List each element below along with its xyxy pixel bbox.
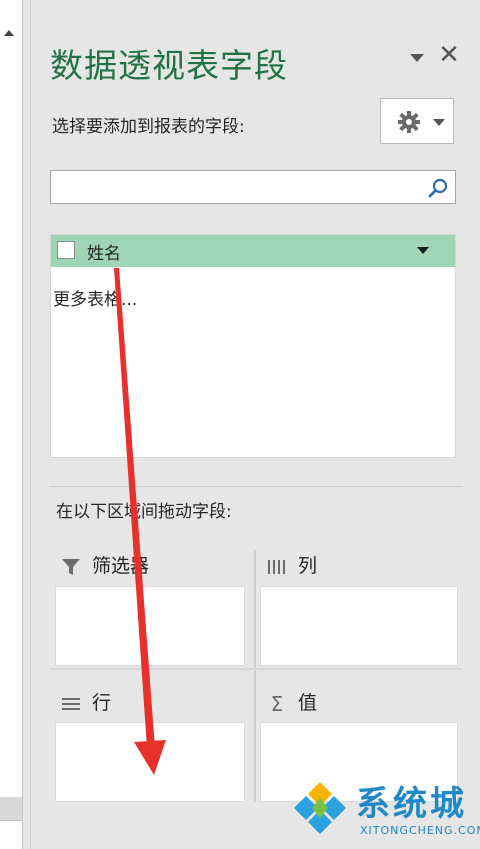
values-area-label: 值: [298, 692, 318, 714]
choose-fields-label: 选择要添加到报表的字段:: [52, 117, 245, 137]
watermark-subtext: XITONGCHENG.COM: [360, 824, 480, 837]
scroll-up-icon[interactable]: [4, 30, 14, 36]
area-horizontal-splitter: [50, 668, 462, 670]
chevron-down-icon: [433, 119, 445, 126]
filters-drop-area[interactable]: [55, 586, 245, 666]
columns-area-header: 列: [266, 551, 317, 581]
pane-separator: [30, 0, 31, 849]
field-label: 姓名: [87, 244, 121, 264]
section-divider: [50, 486, 462, 487]
field-list: 姓名 更多表格...: [50, 234, 456, 458]
area-vertical-splitter: [254, 550, 256, 802]
columns-drop-area[interactable]: [260, 586, 458, 666]
rows-area-label: 行: [92, 692, 112, 714]
filters-area-label: 筛选器: [92, 555, 150, 577]
search-icon[interactable]: [427, 177, 449, 199]
worksheet-scrollbar[interactable]: [0, 0, 23, 849]
scroll-bottom: [0, 820, 22, 849]
more-tables-link[interactable]: 更多表格...: [53, 285, 137, 310]
values-area-header: Σ值: [266, 688, 317, 718]
rows-drop-area[interactable]: [55, 722, 245, 802]
pane-options-dropdown-icon[interactable]: [410, 54, 424, 62]
search-field[interactable]: [55, 175, 419, 201]
scroll-thumb[interactable]: [0, 797, 22, 821]
watermark-text: 系统城: [356, 784, 467, 824]
filter-icon: [62, 558, 80, 575]
columns-icon: [268, 559, 285, 574]
field-list-settings-button[interactable]: [380, 98, 454, 144]
search-input[interactable]: [50, 170, 456, 204]
watermark-logo-icon: [294, 782, 346, 834]
filters-area-header: 筛选器: [60, 551, 149, 581]
field-dropdown-icon[interactable]: [417, 247, 429, 254]
close-icon[interactable]: ✕: [436, 42, 462, 68]
columns-area-label: 列: [298, 555, 318, 577]
field-checkbox[interactable]: [57, 241, 75, 259]
pane-title: 数据透视表字段: [50, 46, 288, 85]
gear-icon: [398, 111, 420, 133]
rows-icon: [62, 697, 80, 710]
sigma-icon: Σ: [270, 691, 284, 716]
rows-area-header: 行: [60, 688, 111, 718]
field-item-name[interactable]: 姓名: [51, 235, 455, 267]
watermark: 系统城 XITONGCHENG.COM: [290, 772, 480, 849]
drag-fields-label: 在以下区域间拖动字段:: [56, 502, 232, 522]
